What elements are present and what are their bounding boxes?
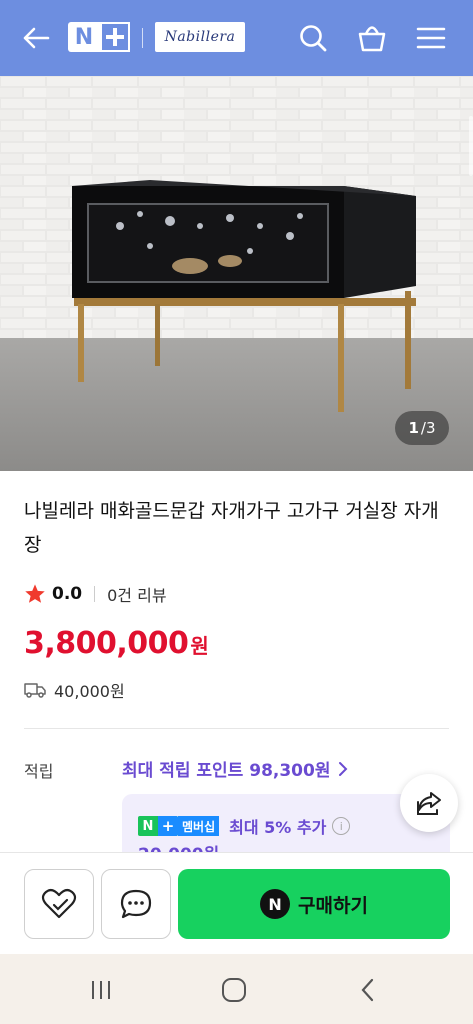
bottom-action-bar: N 구매하기 [0, 852, 473, 954]
system-navigation-bar [0, 954, 473, 1024]
top-header: N Nabillera [0, 0, 473, 76]
menu-icon [416, 27, 446, 49]
chevron-right-icon [339, 761, 348, 776]
cart-button[interactable] [354, 20, 390, 56]
recent-apps-icon [92, 981, 110, 999]
product-title: 나빌레라 매화골드문갑 자개가구 고가구 거실장 자개장 [24, 500, 439, 556]
info-icon[interactable]: i [332, 817, 351, 835]
search-button[interactable] [295, 20, 331, 56]
heart-icon [41, 888, 77, 919]
menu-button[interactable] [413, 20, 449, 56]
shipping-fee: 40,000원 [54, 682, 125, 701]
membership-tag: 멤버십 [178, 816, 220, 836]
back-arrow-icon [23, 27, 50, 49]
product-photo [0, 76, 473, 471]
buy-button[interactable]: N 구매하기 [178, 869, 450, 939]
shopping-bag-icon [358, 26, 386, 52]
n-logo-letter: N [74, 24, 94, 50]
naver-plus-badge: N + [138, 816, 178, 836]
scroll-indicator [469, 116, 473, 176]
share-icon [417, 792, 441, 815]
naver-plus-logo[interactable]: N [68, 22, 130, 52]
wishlist-button[interactable] [24, 869, 94, 939]
buy-button-label: 구매하기 [298, 894, 368, 917]
price-value: 3,800,000 [24, 626, 189, 661]
back-button[interactable] [18, 22, 54, 54]
product-image-gallery[interactable]: 1 /3 [0, 76, 473, 471]
points-label: 적립 [24, 762, 54, 781]
back-nav-button[interactable] [350, 972, 386, 1008]
rating-score: 0.0 [52, 584, 83, 604]
rating-row[interactable]: 0.0 0건 리뷰 [24, 582, 167, 606]
shipping-fee-row: 40,000원 [24, 678, 125, 702]
price: 3,800,000 원 [24, 626, 209, 661]
max-points-text: 최대 적립 포인트 98,300원 [122, 761, 331, 781]
back-chevron-icon [361, 978, 374, 1002]
badge-plus-icon: + [158, 816, 178, 836]
pager-total: /3 [420, 419, 436, 437]
plus-icon [100, 22, 130, 52]
max-points-link[interactable]: 최대 적립 포인트 98,300원 [122, 756, 350, 781]
review-count: 0건 리뷰 [107, 586, 167, 605]
rating-divider [94, 586, 96, 602]
home-icon [222, 978, 246, 1002]
search-icon [300, 25, 327, 52]
divider [24, 728, 449, 729]
store-logo-text: Nabillera [164, 29, 236, 45]
store-logo[interactable]: Nabillera [155, 22, 245, 52]
naver-pay-icon: N [260, 889, 291, 919]
badge-n: N [142, 818, 154, 834]
membership-extra-text: 최대 5% 추가 [229, 818, 327, 837]
image-page-indicator: 1 /3 [395, 411, 449, 445]
pager-current: 1 [408, 419, 419, 437]
home-button[interactable] [216, 972, 252, 1008]
price-unit: 원 [190, 634, 209, 658]
chat-bubble-icon [120, 889, 152, 919]
talk-button[interactable] [101, 869, 171, 939]
share-button[interactable] [400, 774, 458, 832]
header-divider [142, 28, 143, 48]
recent-apps-button[interactable] [83, 972, 119, 1008]
star-icon [25, 584, 45, 603]
delivery-truck-icon [24, 683, 46, 698]
